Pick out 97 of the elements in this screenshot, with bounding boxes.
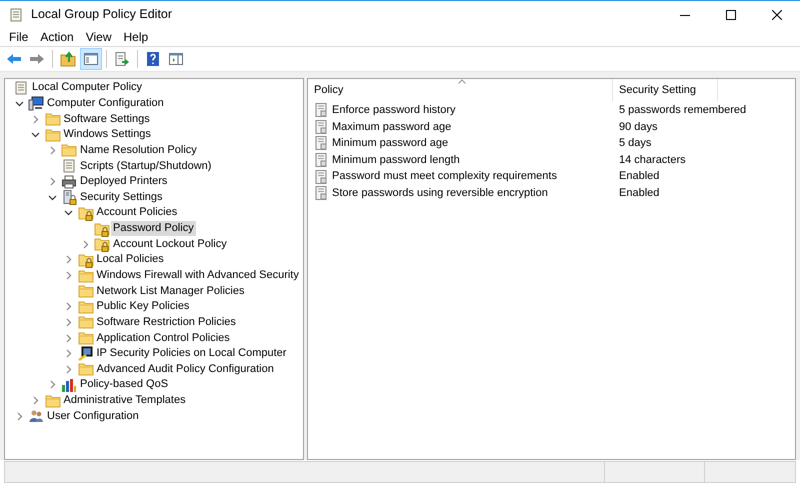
toolbar-button[interactable] (80, 48, 102, 70)
column-header[interactable]: Policy (308, 79, 613, 101)
expanded-chevron-icon[interactable] (48, 192, 56, 202)
collapsed-chevron-icon[interactable] (48, 177, 56, 186)
folder-icon (78, 283, 94, 300)
tree-pane-icon (83, 51, 99, 67)
table-cell-text: Minimum password length (332, 152, 460, 168)
scroll-icon (61, 158, 77, 174)
tree-item[interactable]: Policy-based QoS (78, 377, 170, 392)
tree-item[interactable]: Public Key Policies (94, 299, 192, 314)
forward-arrow-icon (29, 51, 45, 67)
collapsed-chevron-icon[interactable] (64, 334, 73, 343)
tree-item[interactable]: Account Policies (94, 205, 180, 220)
scroll-icon (8, 6, 24, 22)
collapsed-chevron-icon[interactable] (64, 349, 73, 358)
locked-folder-icon (94, 220, 110, 237)
collapsed-chevron-icon[interactable] (31, 396, 40, 406)
folder-icon (78, 298, 94, 315)
action-pane-icon (168, 51, 184, 67)
tree-item[interactable]: Application Control Policies (94, 330, 232, 346)
collapsed-chevron-icon[interactable] (64, 318, 73, 327)
computer-icon (28, 95, 44, 112)
tree-item[interactable]: Software Restriction Policies (94, 314, 238, 330)
monitor-key-icon (78, 346, 94, 362)
table-cell-text: Store passwords using reversible encryption (332, 186, 548, 202)
table-cell-text: Maximum password age (332, 120, 452, 135)
table-cell-text: 5 passwords remembered (618, 103, 746, 118)
tree-item[interactable]: User Configuration (45, 408, 141, 424)
menu-item[interactable]: Help (118, 28, 154, 46)
locked-folder-icon (94, 236, 110, 252)
tree-item[interactable]: IP Security Policies on Local Computer (94, 346, 288, 362)
export-list-icon (114, 51, 130, 67)
back-arrow-icon (6, 51, 22, 67)
collapsed-chevron-icon[interactable] (80, 240, 90, 249)
printer-icon (61, 174, 77, 190)
window-title: Local Group Policy Editor (31, 6, 172, 24)
policy-document-icon (313, 168, 329, 185)
help-icon (145, 51, 161, 67)
tree-item[interactable]: Computer Configuration (45, 96, 166, 111)
menu-item[interactable]: View (80, 28, 118, 46)
collapsed-chevron-icon[interactable] (14, 412, 24, 421)
folder-icon (78, 268, 94, 284)
policy-document-icon (313, 152, 329, 168)
policy-document-icon (313, 185, 329, 202)
users-icon (28, 408, 44, 424)
tree-item[interactable]: Software Settings (62, 112, 152, 127)
folder-icon (44, 126, 60, 143)
table-cell-text: 90 days (618, 120, 658, 135)
tree-item[interactable]: Windows Settings (62, 127, 153, 142)
tree-item[interactable]: Network List Manager Policies (94, 284, 246, 299)
table-cell-text: 5 days (618, 136, 652, 152)
collapsed-chevron-icon[interactable] (64, 271, 73, 280)
folder-icon (78, 314, 94, 330)
folder-icon (78, 330, 94, 346)
menu-item[interactable]: Action (34, 28, 80, 46)
tree-item[interactable]: Password Policy (111, 221, 196, 236)
collapsed-chevron-icon[interactable] (64, 302, 73, 312)
bar-chart-icon (61, 377, 77, 393)
table-cell-text: Enabled (618, 169, 660, 184)
table-cell-text: Enabled (618, 186, 660, 202)
tree-item[interactable]: Administrative Templates (62, 393, 188, 408)
folder-icon (44, 392, 60, 409)
expanded-chevron-icon[interactable] (31, 130, 40, 140)
policy-document-icon (313, 135, 329, 152)
collapsed-chevron-icon[interactable] (48, 380, 56, 390)
locked-folder-icon (78, 204, 94, 221)
table-cell-text: Enforce password history (332, 103, 456, 118)
tree-item[interactable]: Security Settings (78, 190, 165, 205)
tree-item[interactable]: Local Policies (94, 252, 166, 268)
table-cell-text: 14 characters (618, 152, 686, 168)
collapsed-chevron-icon[interactable] (31, 114, 40, 124)
folder-icon (44, 111, 60, 128)
tree-item[interactable]: Local Computer Policy (30, 80, 144, 96)
policy-document-icon (313, 102, 329, 118)
up-folder-icon (60, 51, 76, 67)
tree-item[interactable]: Advanced Audit Policy Configuration (94, 362, 276, 377)
maximize-icon (726, 10, 736, 20)
expanded-chevron-icon[interactable] (64, 208, 73, 218)
tree-item[interactable]: Scripts (Startup/Shutdown) (78, 158, 214, 174)
table-cell-text: Password must meet complexity requirements (332, 169, 557, 184)
folder-icon (78, 361, 94, 378)
expanded-chevron-icon[interactable] (14, 98, 24, 108)
menu-item[interactable]: File (3, 28, 34, 46)
tree-item[interactable]: Windows Firewall with Advanced Security (94, 268, 301, 283)
tree-item[interactable]: Name Resolution Policy (78, 142, 199, 158)
locked-folder-icon (78, 252, 94, 268)
collapsed-chevron-icon[interactable] (64, 255, 73, 264)
close-icon (772, 10, 782, 20)
tree-item[interactable]: Deployed Printers (78, 174, 170, 190)
tree-item[interactable]: Account Lockout Policy (111, 236, 229, 252)
table-cell-text: Minimum password age (332, 136, 448, 152)
collapsed-chevron-icon[interactable] (48, 146, 56, 155)
folder-icon (61, 142, 77, 158)
server-lock-icon (61, 189, 77, 206)
column-header[interactable]: Security Setting (613, 79, 718, 101)
policy-document-icon (313, 118, 329, 135)
collapsed-chevron-icon[interactable] (64, 364, 73, 374)
